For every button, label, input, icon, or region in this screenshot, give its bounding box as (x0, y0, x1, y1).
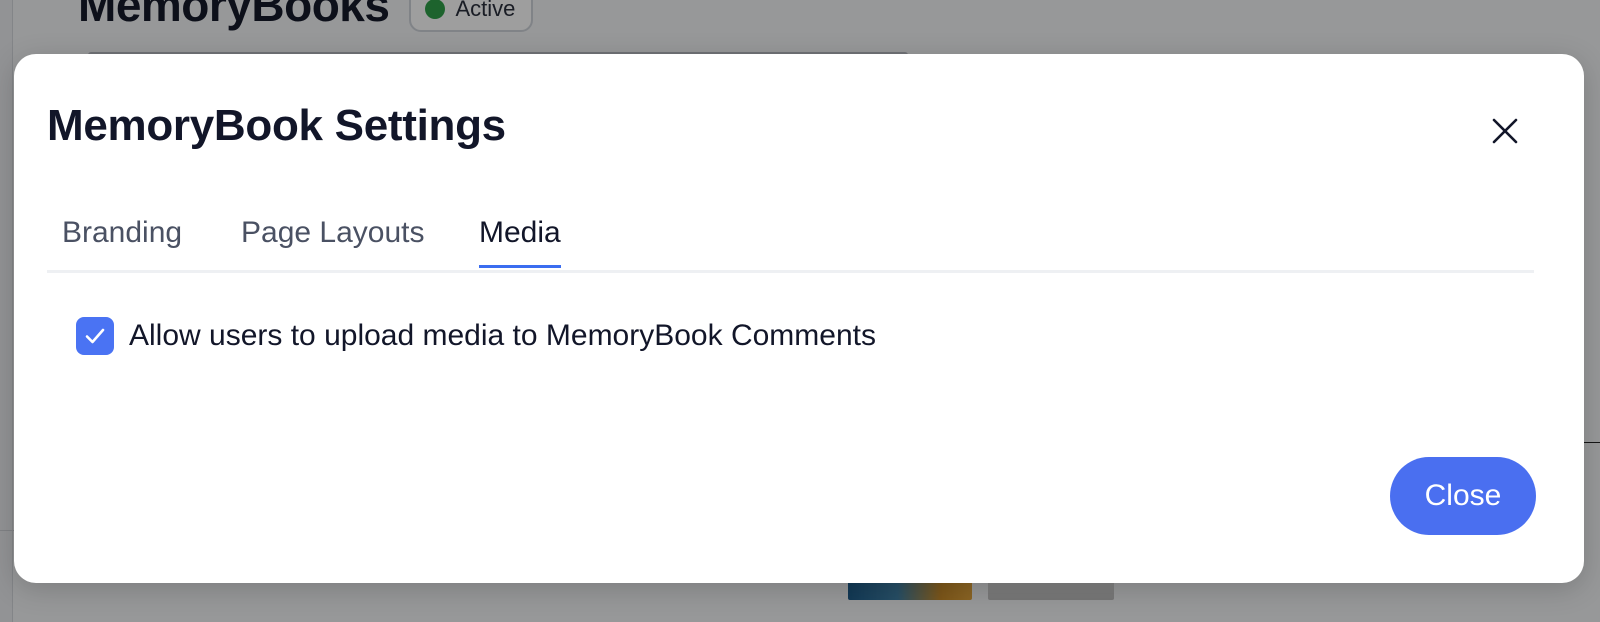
check-icon (85, 328, 105, 344)
close-x-glyph (1492, 118, 1518, 144)
upload-media-option: Allow users to upload media to MemoryBoo… (76, 317, 876, 355)
upload-media-label: Allow users to upload media to MemoryBoo… (129, 319, 876, 352)
modal-title: MemoryBook Settings (47, 101, 506, 150)
close-button[interactable]: Close (1390, 457, 1536, 535)
upload-media-checkbox[interactable] (76, 317, 114, 355)
settings-tabs: Branding Page Layouts Media (47, 212, 1534, 273)
tab-branding[interactable]: Branding (62, 216, 182, 267)
close-icon[interactable] (1488, 114, 1522, 148)
tab-media[interactable]: Media (479, 216, 561, 267)
tab-page-layouts[interactable]: Page Layouts (241, 216, 424, 267)
